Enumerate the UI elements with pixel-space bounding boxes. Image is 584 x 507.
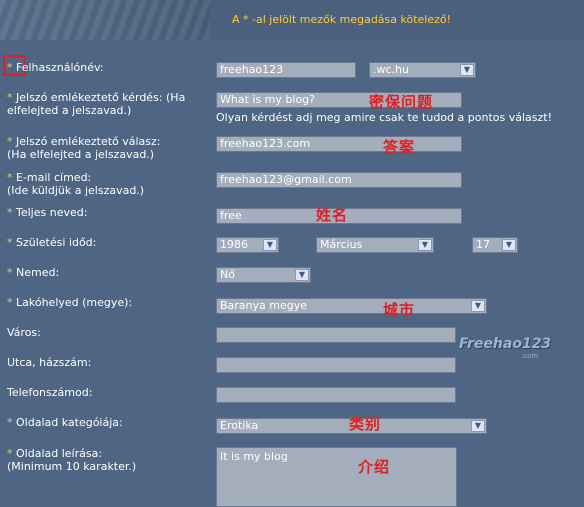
description-label: Oldalad leírása: — [16, 447, 103, 460]
street-input[interactable] — [216, 357, 456, 373]
email-label-note: (Ide küldjük a jelszavad.) — [7, 184, 145, 197]
required-star: * — [7, 171, 13, 184]
chevron-down-icon[interactable]: ▼ — [418, 239, 432, 251]
email-label: E-mail címed: — [16, 171, 92, 184]
category-label: Oldalad kategóiája: — [16, 416, 123, 429]
phone-input[interactable] — [216, 387, 456, 403]
secret-question-label-row: * Jelszó emlékeztető kérdés: (Ha elfelejt… — [7, 91, 185, 117]
secret-answer-label-row: * Jelszó emlékeztető válasz: (Ha elfelejt… — [7, 135, 161, 161]
gender-label-row: * Nemed: — [7, 266, 59, 279]
birth-month-select[interactable]: Március ▼ — [316, 237, 434, 253]
category-value: Erotika — [220, 419, 259, 432]
required-star: * — [7, 447, 13, 460]
username-label: Felhasználónév: — [16, 61, 104, 74]
city-input[interactable] — [216, 327, 456, 343]
county-value: Baranya megye — [220, 299, 308, 312]
username-label-row: * Felhasználónév: — [7, 61, 104, 74]
username-input[interactable]: freehao123 — [216, 62, 356, 78]
domain-value: .wc.hu — [373, 63, 409, 76]
description-label-row: * Oldalad leírása: (Minimum 10 karakter.) — [7, 447, 136, 473]
annotation-question: 密保问题 — [369, 93, 434, 111]
required-star: * — [7, 206, 13, 219]
annotation-answer: 答案 — [383, 138, 416, 156]
birth-year-select[interactable]: 1986 ▼ — [216, 237, 279, 253]
required-fields-note: A * -al jelölt mezők megadása kötelező! — [232, 13, 452, 26]
secret-question-label: Jelszó emlékeztető kérdés: (Ha — [16, 91, 186, 104]
birth-month-value: Március — [320, 238, 363, 251]
description-label-note: (Minimum 10 karakter.) — [7, 460, 137, 473]
street-label: Utca, házszám: — [7, 356, 92, 369]
banner-decoration — [0, 0, 210, 40]
required-star: * — [7, 416, 13, 429]
description-textarea[interactable]: It is my blog — [216, 447, 457, 507]
birth-day-select[interactable]: 17 ▼ — [472, 237, 518, 253]
birthdate-label-row: * Születési időd: — [7, 236, 96, 249]
domain-select[interactable]: .wc.hu ▼ — [369, 62, 476, 78]
secret-answer-label: Jelszó emlékeztető válasz: — [16, 135, 161, 148]
birthdate-label: Születési időd: — [16, 236, 97, 249]
city-label: Város: — [7, 326, 41, 339]
birth-day-value: 17 — [476, 238, 490, 251]
birth-year-value: 1986 — [220, 238, 248, 251]
annotation-name: 姓名 — [316, 206, 349, 224]
annotation-city: 城市 — [383, 301, 416, 319]
chevron-down-icon[interactable]: ▼ — [471, 420, 485, 432]
email-label-row: * E-mail címed: (Ide küldjük a jelszavad.… — [7, 171, 144, 197]
category-label-row: * Oldalad kategóiája: — [7, 416, 123, 429]
county-label: Lakóhelyed (megye): — [16, 296, 133, 309]
county-select[interactable]: Baranya megye ▼ — [216, 298, 487, 314]
required-star: * — [7, 236, 13, 249]
required-star: * — [7, 135, 13, 148]
annotation-intro: 介绍 — [358, 458, 391, 476]
county-label-row: * Lakóhelyed (megye): — [7, 296, 132, 309]
secret-answer-label-note: (Ha elfelejted a jelszavad.) — [7, 148, 155, 161]
full-name-label-row: * Teljes neved: — [7, 206, 87, 219]
email-input[interactable]: freehao123@gmail.com — [216, 172, 462, 188]
chevron-down-icon[interactable]: ▼ — [502, 239, 516, 251]
chevron-down-icon[interactable]: ▼ — [295, 269, 309, 281]
chevron-down-icon[interactable]: ▼ — [471, 300, 485, 312]
chevron-down-icon[interactable]: ▼ — [263, 239, 277, 251]
full-name-label: Teljes neved: — [16, 206, 88, 219]
phone-label: Telefonszámod: — [7, 386, 93, 399]
watermark-sub: .com — [521, 352, 539, 360]
watermark-logo: Freehao123 — [459, 336, 552, 352]
gender-value: Nő — [220, 268, 235, 281]
secret-question-label-note: elfelejted a jelszavad.) — [7, 104, 132, 117]
required-star: * — [7, 61, 13, 74]
header-banner: A * -al jelölt mezők megadása kötelező! — [0, 0, 584, 40]
chevron-down-icon[interactable]: ▼ — [460, 64, 474, 76]
gender-select[interactable]: Nő ▼ — [216, 267, 311, 283]
required-star: * — [7, 91, 13, 104]
required-star: * — [7, 296, 13, 309]
required-star: * — [7, 266, 13, 279]
secret-answer-input[interactable]: freehao123.com — [216, 136, 462, 152]
annotation-category: 类别 — [349, 415, 382, 433]
secret-question-hint: Olyan kérdést adj meg amire csak te tudo… — [216, 111, 552, 124]
gender-label: Nemed: — [16, 266, 60, 279]
